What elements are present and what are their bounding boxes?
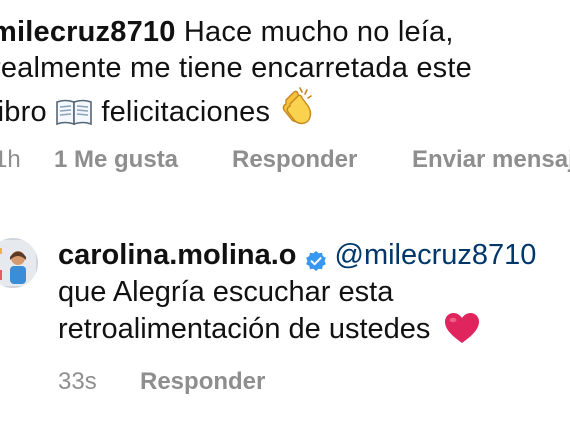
reply-text-line-1: que Alegría escuchar esta <box>58 276 394 308</box>
comment-actions: 1h 1 Me gusta Responder Enviar mensaje <box>0 143 570 177</box>
reply-header: carolina.molina.o @milecruz8710 <box>58 237 570 274</box>
reply-reply-button[interactable]: Responder <box>140 368 265 396</box>
comment-text-line-3-start: libro <box>0 96 47 128</box>
comment-text-line-2: realmente me tiene encarretada este <box>0 52 472 84</box>
reply-timestamp: 33s <box>58 368 97 395</box>
comment-username[interactable]: milecruz8710 <box>0 16 176 48</box>
red-heart-icon <box>444 312 480 354</box>
comment-reply-button[interactable]: Responder <box>232 146 412 174</box>
comment-text-line-3-end: felicitaciones <box>101 96 271 128</box>
comment-line-3: libro felicitaciones <box>0 86 570 130</box>
reply-comment: carolina.molina.o @milecruz8710 que Aleg… <box>58 237 570 354</box>
reply-mention-link[interactable]: @milecruz8710 <box>335 237 537 274</box>
reply-actions: 33s Responder <box>58 365 265 399</box>
comment-text-line-1: Hace mucho no leía, <box>183 16 454 48</box>
comment-send-message-button[interactable]: Enviar mensaje <box>412 146 570 174</box>
clapping-hands-icon <box>278 86 316 126</box>
verified-badge-icon <box>305 245 327 271</box>
avatar[interactable] <box>0 238 38 288</box>
comment-timestamp: 1h <box>0 146 21 173</box>
reply-username[interactable]: carolina.molina.o <box>58 237 297 274</box>
comment: milecruz8710 Hace mucho no leía, realmen… <box>0 14 570 130</box>
reply-text-line-2: retroalimentación de ustedes <box>58 313 431 345</box>
reply-line-2: retroalimentación de ustedes <box>58 311 570 354</box>
comment-likes-count[interactable]: 1 Me gusta <box>54 146 232 174</box>
comment-line-1: milecruz8710 Hace mucho no leía, <box>0 14 570 50</box>
comments-thread: milecruz8710 Hace mucho no leía, realmen… <box>0 0 570 422</box>
book-icon <box>55 98 93 126</box>
